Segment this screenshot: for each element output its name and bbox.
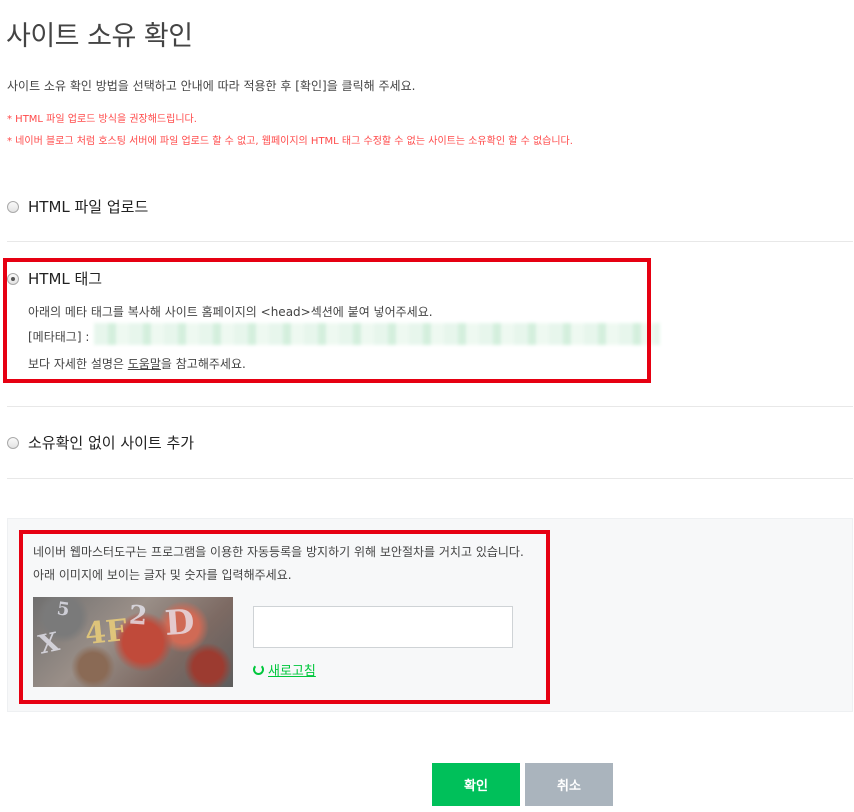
page-title: 사이트 소유 확인 [6,21,193,52]
option-label: 소유확인 없이 사이트 추가 [28,434,195,452]
highlight-box-html-tag [3,258,651,383]
divider [7,241,853,242]
radio-html-file-upload[interactable] [7,200,19,213]
page-description: 사이트 소유 확인 방법을 선택하고 안내에 따라 적용한 후 [확인]을 클릭… [7,79,416,93]
option-label: HTML 파일 업로드 [28,198,149,216]
option-no-verify[interactable]: 소유확인 없이 사이트 추가 [7,432,194,453]
note-restriction: * 네이버 블로그 처럼 호스팅 서버에 파일 업로드 할 수 없고, 웹페이지… [7,136,573,147]
radio-no-verify[interactable] [7,436,19,449]
cancel-button[interactable]: 취소 [525,763,613,806]
divider [7,478,853,479]
note-recommend: * HTML 파일 업로드 방식을 권장해드립니다. [7,114,197,125]
confirm-button[interactable]: 확인 [432,763,520,806]
highlight-box-captcha [19,530,550,704]
divider [7,406,853,407]
option-html-file-upload[interactable]: HTML 파일 업로드 [7,196,148,217]
